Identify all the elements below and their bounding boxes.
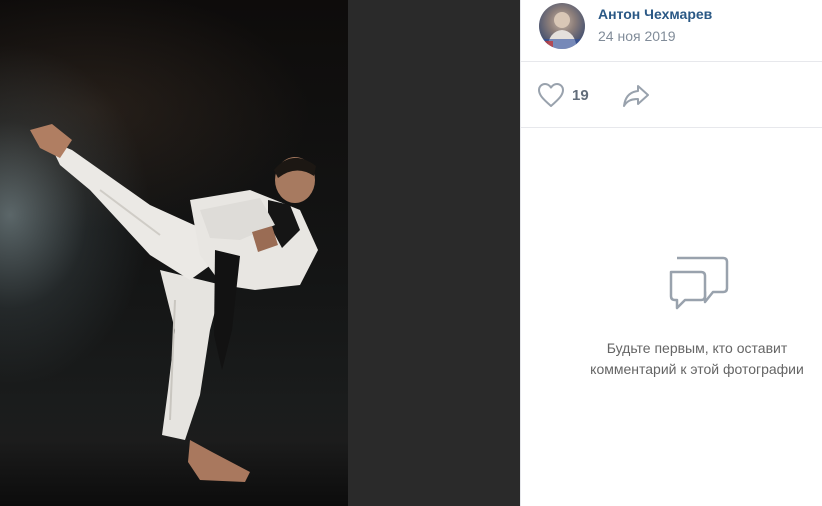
avatar[interactable] [539,3,585,49]
empty-message-line-1: Будьте первым, кто оставит [606,340,788,356]
heart-icon [538,83,564,107]
photo-viewer[interactable] [0,0,520,506]
share-arrow-icon [623,85,649,107]
comments-empty-message: Будьте первым, кто оставит комментарий к… [566,338,822,380]
user-avatar-icon [539,12,585,49]
photo-actions-bar: 19 [521,62,822,128]
photo[interactable] [0,0,348,506]
author-header: Антон Чехмарев 24 ноя 2019 [521,0,822,62]
comments-empty-state: Будьте первым, кто оставит комментарий к… [521,128,822,506]
like-button[interactable]: 19 [537,80,599,110]
share-button[interactable] [621,81,651,109]
comment-bubbles-icon [669,256,729,310]
photo-side-panel: Антон Чехмарев 24 ноя 2019 19 Будьте пер… [520,0,822,506]
post-date[interactable]: 24 ноя 2019 [598,28,676,44]
empty-message-line-2: комментарий к этой фотографии [590,361,804,377]
author-name-link[interactable]: Антон Чехмарев [598,6,712,22]
martial-artist-figure [30,124,318,482]
photo-viewer-window: Антон Чехмарев 24 ноя 2019 19 Будьте пер… [0,0,822,506]
viewer-background [348,0,520,506]
like-count: 19 [572,86,589,104]
